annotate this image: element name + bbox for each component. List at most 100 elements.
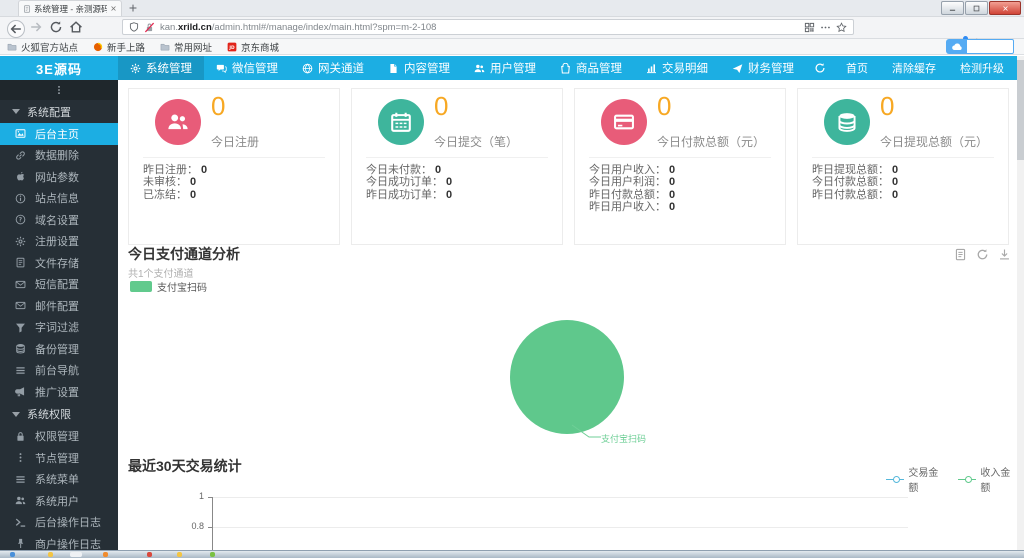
sidebar-item-data-delete[interactable]: 数据删除	[0, 145, 118, 167]
pie-chart[interactable]	[510, 320, 624, 434]
topnav-users[interactable]: 用户管理	[462, 56, 548, 80]
page-actions-icon[interactable]	[820, 22, 831, 33]
taskbar-item[interactable]	[10, 552, 15, 557]
sidebar-item-promo-settings[interactable]: 推广设置	[0, 381, 118, 403]
app-header: 3E源码 系统管理 微信管理 网关通道 内容管理 用户管理 商品管理 交易明细 …	[0, 56, 1024, 80]
plugin-search-input[interactable]	[967, 39, 1014, 54]
line-legend: 交易金额 收入金额	[886, 464, 1017, 494]
sidebar-item-merchant-log[interactable]: 商户操作日志	[0, 533, 118, 551]
svg-text:JD: JD	[228, 45, 235, 51]
browser-titlebar: 系统管理 - 亲测源码网 www.q	[0, 0, 1024, 17]
sidebar-item-file-storage[interactable]: 文件存储	[0, 252, 118, 274]
legend-item-income[interactable]: 收入金额	[958, 464, 1017, 494]
forward-button[interactable]	[29, 20, 43, 34]
header-clear-cache-link[interactable]: 清除缓存	[880, 60, 948, 76]
browser-navbar: kan.xrild.cn/admin.html#/manage/index/ma…	[0, 17, 1024, 39]
stat-card-withdraw: 0 今日提现总额（元） 昨日提现总额：0 今日付款总额：0 昨日付款总额：0	[797, 88, 1009, 245]
apple-icon	[15, 171, 26, 182]
sidebar-item-dashboard[interactable]: 后台主页	[0, 123, 118, 145]
qr-code-icon[interactable]	[804, 22, 815, 33]
taskbar-item[interactable]	[103, 552, 108, 557]
refresh-icon[interactable]	[814, 62, 826, 74]
window-minimize-button[interactable]	[941, 1, 964, 15]
bookmark-item[interactable]: 火狐官方站点	[7, 40, 78, 54]
sidebar-item-system-users[interactable]: 系统用户	[0, 490, 118, 512]
stat-card-payment: 0 今日付款总额（元） 今日用户收入：0 今日用户利润：0 昨日付款总额：0 昨…	[574, 88, 786, 245]
data-view-icon[interactable]	[954, 248, 967, 261]
tab-close-icon[interactable]	[110, 5, 117, 12]
y-axis-tick: 0.8	[182, 521, 204, 531]
sidebar-item-backup[interactable]: 备份管理	[0, 338, 118, 360]
sidebar-item-register-settings[interactable]: 注册设置	[0, 231, 118, 253]
topnav-goods[interactable]: 商品管理	[548, 56, 634, 80]
folder-icon	[7, 42, 17, 52]
taskbar-item[interactable]	[177, 552, 182, 557]
window-maximize-button[interactable]	[965, 1, 988, 15]
sidebar-item-sms-config[interactable]: 短信配置	[0, 274, 118, 296]
stat-label: 今日提交（笔）	[434, 133, 518, 150]
windows-taskbar[interactable]	[0, 550, 1024, 558]
topnav-gateway[interactable]: 网关通道	[290, 56, 376, 80]
bag-icon	[560, 63, 571, 74]
stat-lines: 昨日注册：0 未审核：0 已冻结：0	[143, 164, 207, 201]
header-check-update-link[interactable]: 检测升级	[948, 60, 1016, 76]
sidebar-item-site-params[interactable]: 网站参数	[0, 166, 118, 188]
window-close-button[interactable]	[989, 1, 1021, 15]
sidebar-section-permissions[interactable]: 系统权限	[0, 403, 118, 426]
sidebar-section-config[interactable]: 系统配置	[0, 100, 118, 123]
topnav-wechat[interactable]: 微信管理	[204, 56, 290, 80]
sidebar-item-system-menu[interactable]: 系统菜单	[0, 469, 118, 491]
sidebar-item-mail-config[interactable]: 邮件配置	[0, 295, 118, 317]
lock-icon	[15, 431, 26, 442]
topnav-finance[interactable]: 财务管理	[720, 56, 806, 80]
reload-button[interactable]	[49, 20, 63, 34]
sidebar-collapse-toggle[interactable]	[0, 80, 118, 100]
bookmark-label: 火狐官方站点	[21, 40, 78, 54]
bookmark-label: 常用网址	[174, 40, 212, 54]
home-button[interactable]	[69, 20, 83, 34]
sidebar-item-word-filter[interactable]: 字词过滤	[0, 317, 118, 339]
taskbar-item[interactable]	[48, 552, 53, 557]
terminal-icon	[15, 517, 26, 528]
sidebar-item-admin-log[interactable]: 后台操作日志	[0, 512, 118, 534]
cloud-icon[interactable]	[946, 39, 967, 54]
insecure-lock-icon[interactable]	[144, 22, 155, 33]
stat-lines: 昨日提现总额：0 今日付款总额：0 昨日付款总额：0	[812, 164, 898, 201]
topnav-system[interactable]: 系统管理	[118, 56, 204, 80]
tracking-shield-icon[interactable]	[129, 22, 139, 32]
download-icon[interactable]	[998, 248, 1011, 261]
bookmark-star-icon[interactable]	[836, 22, 847, 33]
sidebar-item-permission-mgmt[interactable]: 权限管理	[0, 426, 118, 448]
back-button[interactable]	[7, 20, 25, 38]
taskbar-item[interactable]	[147, 552, 152, 557]
bookmark-item[interactable]: 常用网址	[160, 40, 212, 54]
sidebar-item-domain-settings[interactable]: ?域名设置	[0, 209, 118, 231]
header-home-link[interactable]: 首页	[834, 60, 880, 76]
scrollbar-thumb[interactable]	[1017, 60, 1024, 160]
taskbar-item[interactable]	[210, 552, 215, 557]
bookmark-item[interactable]: 新手上路	[93, 40, 145, 54]
refresh-icon[interactable]	[976, 248, 989, 261]
filter-icon	[15, 322, 26, 333]
new-tab-button[interactable]	[128, 3, 138, 13]
minimize-icon	[949, 5, 956, 12]
url-bar[interactable]: kan.xrild.cn/admin.html#/manage/index/ma…	[122, 19, 854, 35]
screen: 系统管理 - 亲测源码网 www.q kan.xrild.cn/admin.ht…	[0, 0, 1024, 558]
question-icon: ?	[15, 214, 26, 225]
legend-label: 交易金额	[908, 464, 945, 494]
sidebar-item-node-mgmt[interactable]: 节点管理	[0, 447, 118, 469]
bookmark-item[interactable]: JD京东商城	[227, 40, 279, 54]
pie-legend-item[interactable]: 支付宝扫码	[130, 279, 207, 294]
topnav-content[interactable]: 内容管理	[376, 56, 462, 80]
taskbar-item[interactable]	[70, 552, 82, 557]
sidebar-item-front-nav[interactable]: 前台导航	[0, 360, 118, 382]
sidebar-item-site-info[interactable]: 站点信息	[0, 188, 118, 210]
browser-tab[interactable]: 系统管理 - 亲测源码网 www.q	[18, 0, 122, 16]
list-icon	[15, 365, 26, 376]
url-text[interactable]: kan.xrild.cn/admin.html#/manage/index/ma…	[160, 22, 799, 33]
legend-item-transaction[interactable]: 交易金额	[886, 464, 945, 494]
legend-label: 支付宝扫码	[157, 279, 207, 294]
page-scrollbar[interactable]	[1017, 56, 1024, 551]
topnav-transactions[interactable]: 交易明细	[634, 56, 720, 80]
window-controls	[941, 1, 1021, 15]
